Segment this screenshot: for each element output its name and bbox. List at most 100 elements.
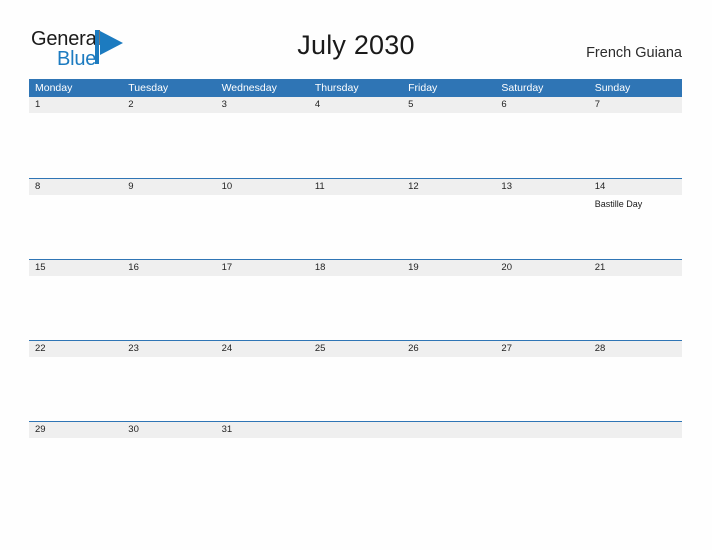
day-event-cell[interactable] — [29, 438, 122, 502]
day-cell[interactable]: 4 — [309, 97, 402, 113]
week-event-band — [29, 113, 682, 177]
day-event-cell[interactable] — [495, 195, 588, 259]
day-cell[interactable]: 15 — [29, 260, 122, 276]
day-cell[interactable]: 27 — [495, 341, 588, 357]
day-event-cell[interactable] — [495, 357, 588, 421]
day-event-cell[interactable] — [122, 438, 215, 502]
day-event-cell[interactable] — [402, 357, 495, 421]
day-cell[interactable]: 25 — [309, 341, 402, 357]
day-cell[interactable]: 10 — [216, 179, 309, 195]
day-cell[interactable]: 12 — [402, 179, 495, 195]
day-cell[interactable]: 13 — [495, 179, 588, 195]
day-number: 9 — [128, 181, 134, 192]
day-number: 11 — [314, 181, 325, 192]
day-event-cell[interactable]: Bastille Day — [589, 195, 682, 259]
day-cell[interactable]: 17 — [216, 260, 309, 276]
day-event-cell[interactable] — [309, 113, 402, 177]
weekday-header-thursday: Thursday — [314, 82, 359, 94]
day-cell[interactable]: 16 — [122, 260, 215, 276]
day-number: 29 — [35, 424, 46, 435]
day-cell[interactable]: 3 — [216, 97, 309, 113]
day-event-cell[interactable] — [589, 276, 682, 340]
day-number: 21 — [594, 262, 606, 273]
day-number: 28 — [594, 343, 606, 354]
day-cell[interactable]: 11 — [309, 179, 402, 195]
day-event-cell[interactable] — [122, 195, 215, 259]
day-event-cell[interactable] — [309, 357, 402, 421]
day-cell[interactable] — [402, 422, 495, 438]
weekday-header-friday: Friday — [408, 82, 438, 94]
day-event-cell[interactable] — [402, 113, 495, 177]
day-number: 30 — [128, 424, 139, 435]
day-cell[interactable]: 2 — [122, 97, 215, 113]
day-cell[interactable]: 30 — [122, 422, 215, 438]
day-event-cell[interactable] — [309, 438, 402, 502]
week-event-band — [29, 276, 682, 340]
day-cell[interactable]: 18 — [309, 260, 402, 276]
day-event-cell[interactable] — [402, 276, 495, 340]
weekday-header-monday: Monday — [35, 82, 73, 94]
day-cell[interactable] — [309, 422, 402, 438]
day-event-cell[interactable] — [122, 113, 215, 177]
day-cell[interactable] — [589, 422, 682, 438]
day-number: 10 — [221, 181, 233, 192]
day-event-cell[interactable] — [29, 195, 122, 259]
day-cell[interactable]: 14 — [589, 179, 682, 195]
week-event-band: Bastille Day — [29, 195, 682, 259]
day-cell[interactable]: 26 — [402, 341, 495, 357]
day-event-cell[interactable] — [216, 113, 309, 177]
day-cell[interactable]: 19 — [402, 260, 495, 276]
day-number: 25 — [314, 343, 326, 354]
day-cell[interactable]: 1 — [29, 97, 122, 113]
day-cell[interactable]: 7 — [589, 97, 682, 113]
day-number: 14 — [594, 181, 606, 192]
day-number: 2 — [128, 99, 134, 110]
day-event-cell[interactable] — [402, 195, 495, 259]
day-cell[interactable] — [495, 422, 588, 438]
day-number: 1 — [35, 99, 41, 110]
day-cell[interactable]: 5 — [402, 97, 495, 113]
day-event-cell[interactable] — [216, 357, 309, 421]
day-event-cell[interactable] — [29, 357, 122, 421]
day-cell[interactable]: 9 — [122, 179, 215, 195]
day-event-cell[interactable] — [589, 113, 682, 177]
calendar-week-row: 29 30 31 — [29, 421, 682, 502]
day-event-cell[interactable] — [29, 113, 122, 177]
day-cell[interactable]: 20 — [495, 260, 588, 276]
day-number: 15 — [35, 262, 46, 273]
day-cell[interactable]: 6 — [495, 97, 588, 113]
event-label: Bastille Day — [594, 199, 643, 209]
weekday-header-row: Monday Tuesday Wednesday Thursday Friday… — [29, 79, 682, 97]
day-event-cell[interactable] — [309, 195, 402, 259]
day-cell[interactable]: 29 — [29, 422, 122, 438]
calendar-grid: Monday Tuesday Wednesday Thursday Friday… — [29, 79, 682, 502]
day-event-cell[interactable] — [495, 113, 588, 177]
day-event-cell[interactable] — [216, 276, 309, 340]
day-cell[interactable]: 22 — [29, 341, 122, 357]
day-event-cell[interactable] — [495, 276, 588, 340]
weekday-header-sunday: Sunday — [594, 82, 631, 94]
day-cell[interactable]: 21 — [589, 260, 682, 276]
day-event-cell[interactable] — [216, 438, 309, 502]
day-number: 19 — [408, 262, 419, 273]
day-cell[interactable]: 24 — [216, 341, 309, 357]
day-event-cell[interactable] — [122, 276, 215, 340]
day-event-cell[interactable] — [589, 438, 682, 502]
weekday-header-wednesday: Wednesday — [221, 82, 277, 94]
day-cell[interactable]: 8 — [29, 179, 122, 195]
day-event-cell[interactable] — [309, 276, 402, 340]
day-event-cell[interactable] — [216, 195, 309, 259]
day-number: 17 — [221, 262, 233, 273]
day-cell[interactable]: 23 — [122, 341, 215, 357]
day-number: 7 — [594, 99, 600, 110]
day-event-cell[interactable] — [29, 276, 122, 340]
day-number: 12 — [408, 181, 419, 192]
day-cell[interactable]: 31 — [216, 422, 309, 438]
day-event-cell[interactable] — [402, 438, 495, 502]
day-cell[interactable]: 28 — [589, 341, 682, 357]
day-event-cell[interactable] — [122, 357, 215, 421]
day-event-cell[interactable] — [495, 438, 588, 502]
weekday-header-saturday: Saturday — [501, 82, 544, 94]
day-event-cell[interactable] — [589, 357, 682, 421]
day-number: 16 — [128, 262, 139, 273]
